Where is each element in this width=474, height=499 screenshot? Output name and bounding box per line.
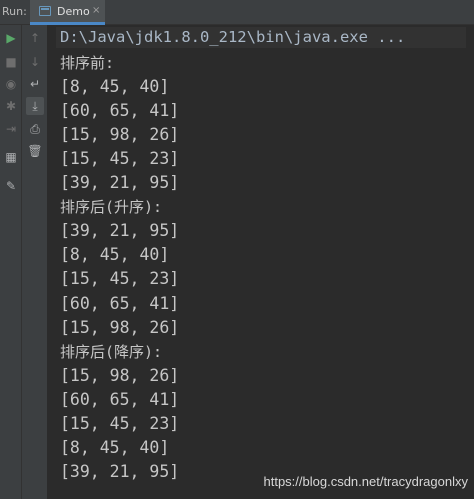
console-output[interactable]: D:\Java\jdk1.8.0_212\bin\java.exe ... 排序… (48, 25, 474, 499)
command-line-text: D:\Java\jdk1.8.0_212\bin\java.exe ... (60, 28, 406, 46)
layout-icon: ▦ (5, 150, 17, 164)
console-line: [8, 45, 40] (60, 437, 170, 457)
run-label: Run: (2, 5, 27, 18)
pin-tab-button[interactable]: ✎ (2, 177, 20, 195)
console-line: [39, 21, 95] (60, 173, 180, 193)
soft-wrap-button[interactable]: ↵ (26, 75, 44, 93)
console-line: [15, 45, 23] (60, 149, 180, 169)
pin-icon: ✎ (5, 179, 17, 193)
stop-button[interactable]: ■ (2, 53, 20, 71)
soft-wrap-icon: ↵ (29, 77, 41, 91)
scroll-to-end-button[interactable]: ⤓ (26, 97, 44, 115)
down-arrow-icon: ↓ (29, 55, 41, 69)
console-line: [15, 45, 23] (60, 269, 180, 289)
run-button[interactable]: ▶ (2, 29, 20, 47)
close-icon[interactable]: × (92, 4, 100, 18)
console-section-label: 排序后(升序): (60, 198, 163, 217)
console-line: [60, 65, 41] (60, 293, 180, 313)
stop-icon: ■ (5, 55, 17, 69)
console-line: [60, 65, 41] (60, 389, 180, 409)
run-tool-window: Run: Demo × ▶ ■ ◉ ✱ ⇥ ▦ ✎ ↑ ↓ ↵ ⤓ ⎙ 🗑 D:… (0, 0, 474, 499)
print-button[interactable]: ⎙ (26, 120, 44, 138)
up-arrow-icon: ↑ (29, 31, 41, 45)
camera-icon: ◉ (5, 77, 17, 91)
run-tab-bar: Run: Demo × (0, 0, 474, 25)
console-line: [15, 98, 26] (60, 365, 180, 385)
console-line: [60, 65, 41] (60, 101, 180, 121)
console-line: [15, 98, 26] (60, 317, 180, 337)
console-line: [39, 21, 95] (60, 461, 180, 481)
tab-demo[interactable]: Demo × (30, 0, 105, 25)
command-line-row[interactable]: D:\Java\jdk1.8.0_212\bin\java.exe ... (56, 27, 466, 48)
debug-bug-icon: ✱ (5, 99, 17, 113)
scroll-to-end-icon: ⤓ (32, 99, 38, 113)
trash-icon: 🗑 (27, 144, 43, 158)
down-stack-button[interactable]: ↓ (26, 53, 44, 71)
exit-button[interactable]: ⇥ (2, 120, 20, 138)
layout-button[interactable]: ▦ (2, 148, 20, 166)
run-config-icon (39, 6, 51, 16)
console-line: [15, 45, 23] (60, 413, 180, 433)
console-section-label: 排序前: (60, 54, 115, 72)
watermark: https://blog.csdn.net/tracydragonlxy (263, 474, 468, 489)
clear-all-button[interactable]: 🗑 (26, 142, 44, 160)
tab-demo-label: Demo (57, 5, 90, 18)
console-section-label: 排序后(降序): (60, 342, 163, 361)
print-icon: ⎙ (30, 122, 40, 136)
run-toolbar-console: ↑ ↓ ↵ ⤓ ⎙ 🗑 (22, 25, 48, 499)
console-line: [8, 45, 40] (60, 77, 170, 97)
exit-icon: ⇥ (5, 122, 17, 136)
run-toolbar-left: ▶ ■ ◉ ✱ ⇥ ▦ ✎ (0, 25, 22, 499)
console-line: [15, 98, 26] (60, 125, 180, 145)
console-line: [8, 45, 40] (60, 245, 170, 265)
run-icon: ▶ (6, 31, 16, 45)
console-line: [39, 21, 95] (60, 221, 180, 241)
debug-button[interactable]: ✱ (2, 97, 20, 115)
up-stack-button[interactable]: ↑ (26, 29, 44, 47)
dump-threads-button[interactable]: ◉ (2, 75, 20, 93)
